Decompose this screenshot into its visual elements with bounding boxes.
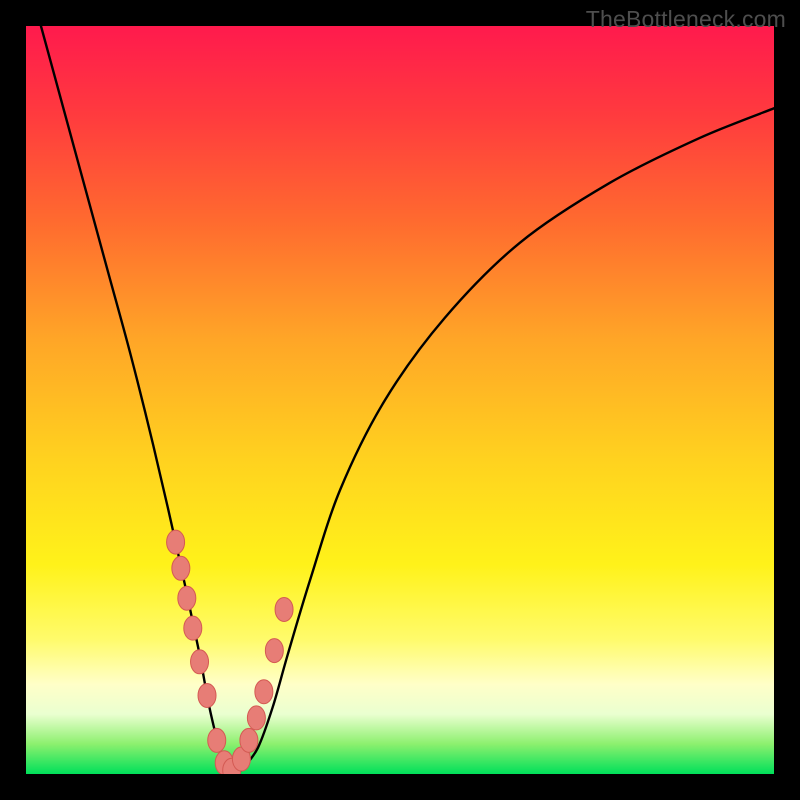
highlighted-point [265,639,283,663]
highlighted-point [275,597,293,621]
watermark-text: TheBottleneck.com [586,6,786,33]
highlighted-point [184,616,202,640]
highlighted-point [198,683,216,707]
highlighted-point [255,680,273,704]
highlighted-point [240,728,258,752]
chart-overlay [26,26,774,774]
highlighted-point [191,650,209,674]
highlighted-point [167,530,185,554]
highlighted-point [172,556,190,580]
highlighted-point [247,706,265,730]
highlighted-point [208,728,226,752]
highlighted-point [178,586,196,610]
bottleneck-curve [41,26,774,774]
highlighted-points-group [167,530,293,774]
